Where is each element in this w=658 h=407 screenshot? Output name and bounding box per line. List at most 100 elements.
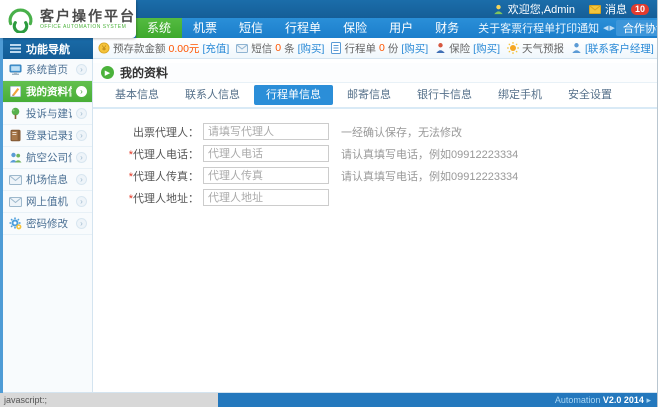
account-toolbar: ¥ 预存款金额 0.00元 [充值] 短信 0 条 [购买] 行程单 0 份 […	[93, 38, 657, 59]
nav-item-users[interactable]: 用户	[378, 18, 424, 38]
gear-icon	[9, 217, 22, 230]
welcome-text: 欢迎您,Admin	[508, 1, 575, 17]
agent-name-input[interactable]	[203, 123, 329, 140]
app-subtitle: OFFICE AUTOMATION SYSTEM	[40, 24, 136, 30]
nav-item-finance[interactable]: 财务	[424, 18, 470, 38]
app-title: 客户操作平台	[40, 9, 136, 24]
logo-swirl-icon	[7, 6, 34, 33]
sidebar-header-label: 功能导航	[26, 41, 70, 57]
sms-item: 短信 0 条 [购买]	[236, 41, 324, 56]
edit-pencil-icon	[9, 85, 22, 98]
menu-list-icon	[10, 44, 21, 53]
nav-item-itinerary[interactable]: 行程单	[274, 18, 332, 38]
envelope-icon	[9, 197, 22, 207]
form-row: 出票代理人： 一经确认保存，无法修改	[119, 123, 657, 140]
tree-icon	[9, 107, 22, 120]
version-text: Automation V2.0 2014 ▸	[555, 395, 657, 406]
tab-contact-info[interactable]: 联系人信息	[173, 85, 252, 105]
agent-name-note: 一经确认保存，无法修改	[341, 124, 462, 140]
nav-item-system[interactable]: 系统	[136, 18, 182, 38]
coin-icon: ¥	[98, 42, 110, 54]
users-icon	[9, 151, 22, 164]
sidebar-item-change-password[interactable]: 密码修改 ›	[3, 213, 92, 235]
sidebar-item-airports[interactable]: 机场信息 ›	[3, 169, 92, 191]
nav-item-tickets[interactable]: 机票	[182, 18, 228, 38]
agent-address-input[interactable]	[203, 189, 329, 206]
body: 系统首页 › 我的资料信息 › 投诉与建议 › 登录记录查看 › 航空公司信息	[0, 59, 657, 393]
quick-links: 合作协议 购票协议 ? 帮助 退出	[616, 20, 658, 36]
sms-count: 0	[275, 42, 281, 54]
itinerary-item: 行程单 0 份 [购买]	[331, 41, 428, 56]
messages-label: 消息	[605, 1, 627, 17]
sms-buy-link[interactable]: [购买]	[298, 41, 325, 56]
deposit-value: 0.00元	[169, 41, 200, 56]
tab-bank-card-info[interactable]: 银行卡信息	[405, 85, 484, 105]
sidebar-item-my-profile[interactable]: 我的资料信息 ›	[3, 81, 92, 103]
chevron-right-icon: ›	[76, 152, 87, 163]
form-row: *代理人地址：	[119, 189, 657, 206]
agent-name-label: 出票代理人：	[119, 124, 199, 140]
logo-text: 客户操作平台 OFFICE AUTOMATION SYSTEM	[40, 9, 136, 30]
weather-item[interactable]: 天气预报	[507, 41, 564, 56]
sun-icon	[507, 42, 519, 54]
footer: javascript:; Automation V2.0 2014 ▸	[0, 393, 657, 407]
tab-basic-info[interactable]: 基本信息	[103, 85, 171, 105]
agent-fax-input[interactable]	[203, 167, 329, 184]
insurance-buy-link[interactable]: [购买]	[473, 41, 500, 56]
tab-mailing-info[interactable]: 邮寄信息	[335, 85, 403, 105]
itinerary-buy-link[interactable]: [购买]	[401, 41, 428, 56]
agent-phone-label: *代理人电话：	[119, 146, 199, 162]
notice-ticker[interactable]: 关于客票行程单打印通知 ◀▶	[478, 20, 616, 36]
sidebar-item-feedback[interactable]: 投诉与建议 ›	[3, 103, 92, 125]
nav-item-sms[interactable]: 短信	[228, 18, 274, 38]
itinerary-count: 0	[379, 42, 385, 54]
form-row: *代理人传真： 请认真填写电话，例如09912223334	[119, 167, 657, 184]
chevron-right-icon: ›	[76, 218, 87, 229]
itinerary-doc-icon	[331, 42, 341, 54]
sidebar-item-home[interactable]: 系统首页 ›	[3, 59, 92, 81]
agent-fax-note: 请认真填写电话，例如09912223334	[341, 168, 518, 184]
sidebar: 系统首页 › 我的资料信息 › 投诉与建议 › 登录记录查看 › 航空公司信息	[3, 59, 93, 393]
recharge-link[interactable]: [充值]	[202, 41, 229, 56]
user-icon	[493, 4, 504, 15]
header: 欢迎您,Admin 消息 10 系统 机票 短信 行程单 保险 用户 财务 关于…	[0, 0, 657, 38]
sidebar-item-login-log[interactable]: 登录记录查看 ›	[3, 125, 92, 147]
footer-arrow-icon: ▸	[646, 395, 651, 405]
insurance-item: 保险 [购买]	[435, 41, 500, 56]
agent-phone-input[interactable]	[203, 145, 329, 162]
app-logo: 客户操作平台 OFFICE AUTOMATION SYSTEM	[0, 0, 136, 38]
tab-security-settings[interactable]: 安全设置	[556, 85, 624, 105]
contact-manager-item[interactable]: [联系客户经理]	[571, 41, 654, 56]
notice-prev-next-icons[interactable]: ◀▶	[603, 24, 616, 32]
chevron-right-icon: ›	[76, 130, 87, 141]
messages-link[interactable]: 消息 10	[589, 1, 649, 17]
monitor-icon	[9, 63, 22, 76]
form-row: *代理人电话： 请认真填写电话，例如09912223334	[119, 145, 657, 162]
main-panel: ▶ 我的资料 基本信息 联系人信息 行程单信息 邮寄信息 银行卡信息 绑定手机 …	[93, 59, 657, 393]
coop-agreement-button[interactable]: 合作协议	[616, 20, 658, 36]
section-title: 我的资料	[120, 64, 168, 81]
book-icon	[9, 129, 22, 142]
status-bar-text: javascript:;	[0, 393, 218, 407]
contact-person-icon	[571, 42, 582, 54]
app-window: 欢迎您,Admin 消息 10 系统 机票 短信 行程单 保险 用户 财务 关于…	[0, 0, 658, 407]
tab-itinerary-info[interactable]: 行程单信息	[254, 85, 333, 105]
deposit-item: ¥ 预存款金额 0.00元 [充值]	[98, 41, 229, 56]
section-play-icon: ▶	[101, 66, 114, 79]
envelope-icon	[9, 175, 22, 185]
insurance-person-icon	[435, 42, 446, 54]
profile-tabs: 基本信息 联系人信息 行程单信息 邮寄信息 银行卡信息 绑定手机 安全设置	[93, 83, 657, 109]
chevron-right-icon: ›	[76, 64, 87, 75]
toolbar-row: 功能导航 ¥ 预存款金额 0.00元 [充值] 短信 0 条 [购买] 行程单 …	[0, 38, 657, 59]
agent-phone-note: 请认真填写电话，例如09912223334	[341, 146, 518, 162]
mail-icon	[589, 5, 601, 14]
notice-text: 关于客票行程单打印通知	[478, 20, 599, 36]
sidebar-item-airlines[interactable]: 航空公司信息 ›	[3, 147, 92, 169]
sidebar-item-online-checkin[interactable]: 网上值机 ›	[3, 191, 92, 213]
welcome-user[interactable]: 欢迎您,Admin	[493, 1, 575, 17]
nav-item-insurance[interactable]: 保险	[332, 18, 378, 38]
tab-bind-phone[interactable]: 绑定手机	[486, 85, 554, 105]
agent-address-label: *代理人地址：	[119, 190, 199, 206]
chevron-right-icon: ›	[76, 86, 87, 97]
sms-envelope-icon	[236, 44, 248, 53]
